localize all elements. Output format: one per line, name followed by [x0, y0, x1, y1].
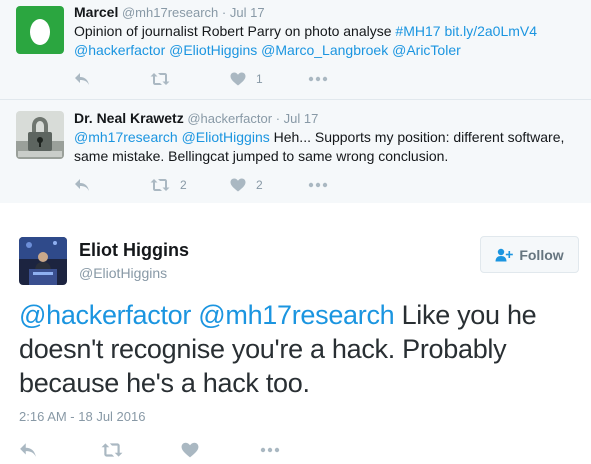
- user-handle[interactable]: @mh17research: [122, 5, 218, 20]
- url-link[interactable]: bit.ly/2a0LmV4: [444, 23, 537, 39]
- avatar[interactable]: [16, 6, 64, 54]
- mention-links[interactable]: @hackerfactor @mh17research: [19, 300, 395, 330]
- tweet-text: @hackerfactor @mh17research Like you he …: [19, 298, 579, 400]
- retweet-button[interactable]: 2: [150, 178, 230, 192]
- follow-button[interactable]: Follow: [480, 236, 579, 273]
- tweet-timestamp[interactable]: 2:16 AM - 18 Jul 2016: [19, 409, 145, 424]
- retweet-icon: [150, 179, 170, 191]
- like-button[interactable]: 1: [230, 72, 308, 86]
- reply-tweet-marcel[interactable]: Marcel @mh17research · Jul 17 Opinion of…: [0, 0, 591, 100]
- tweet-header: Marcel @mh17research · Jul 17: [74, 4, 265, 20]
- heart-icon: [230, 72, 246, 86]
- tweet-actions: 1: [74, 69, 328, 89]
- tweet-actions: 2 2: [74, 175, 328, 195]
- reply-button[interactable]: [74, 178, 150, 192]
- user-handle[interactable]: @EliotHiggins: [79, 265, 167, 281]
- like-button[interactable]: [181, 442, 259, 458]
- conversation-thread: Marcel @mh17research · Jul 17 Opinion of…: [0, 0, 591, 203]
- tweet-date[interactable]: Jul 17: [230, 5, 265, 20]
- reply-button[interactable]: [19, 442, 101, 458]
- tweet-text: @mh17research @EliotHiggins Heh... Suppo…: [74, 128, 574, 166]
- more-button[interactable]: [259, 447, 281, 453]
- tweet-actions: [19, 440, 281, 460]
- more-dots-icon: [308, 182, 328, 188]
- more-button[interactable]: [308, 182, 328, 188]
- mention-links[interactable]: @mh17research @EliotHiggins: [74, 129, 270, 145]
- avatar[interactable]: [16, 111, 64, 159]
- reply-button[interactable]: [74, 72, 150, 86]
- retweet-button[interactable]: [101, 442, 181, 458]
- follow-label: Follow: [519, 246, 564, 263]
- retweet-icon: [101, 443, 123, 457]
- reply-icon: [75, 73, 89, 85]
- reply-icon: [75, 179, 89, 191]
- like-button[interactable]: 2: [230, 178, 308, 192]
- user-name[interactable]: Dr. Neal Krawetz: [74, 110, 184, 126]
- follow-icon: [495, 248, 514, 262]
- user-name[interactable]: Eliot Higgins: [79, 240, 189, 261]
- retweet-count: 2: [180, 178, 187, 192]
- tweet-header: Dr. Neal Krawetz @hackerfactor · Jul 17: [74, 110, 318, 126]
- avatar[interactable]: [19, 237, 67, 285]
- user-handle[interactable]: @hackerfactor: [187, 111, 272, 126]
- like-count: 1: [256, 72, 263, 86]
- heart-icon: [230, 178, 246, 192]
- egg-icon: [16, 6, 64, 54]
- user-name[interactable]: Marcel: [74, 4, 118, 20]
- tweet-date[interactable]: Jul 17: [284, 111, 319, 126]
- separator: ·: [221, 5, 227, 20]
- mention-links[interactable]: @hackerfactor @EliotHiggins @Marco_Langb…: [74, 42, 461, 58]
- reply-icon: [20, 443, 36, 457]
- padlock-icon: [16, 111, 64, 159]
- main-tweet: Eliot Higgins @EliotHiggins Follow @hack…: [0, 203, 591, 464]
- retweet-button[interactable]: [150, 72, 230, 86]
- like-count: 2: [256, 178, 263, 192]
- retweet-icon: [150, 73, 170, 85]
- tweet-text-body: Opinion of journalist Robert Parry on ph…: [74, 23, 396, 39]
- separator: ·: [275, 111, 281, 126]
- heart-icon: [181, 442, 199, 458]
- more-dots-icon: [260, 447, 280, 453]
- reply-tweet-krawetz[interactable]: Dr. Neal Krawetz @hackerfactor · Jul 17 …: [0, 100, 591, 203]
- hashtag-link[interactable]: #MH17: [395, 23, 440, 39]
- tweet-text: Opinion of journalist Robert Parry on ph…: [74, 22, 574, 60]
- speaker-photo-icon: [19, 237, 67, 285]
- more-button[interactable]: [308, 76, 328, 82]
- more-dots-icon: [308, 76, 328, 82]
